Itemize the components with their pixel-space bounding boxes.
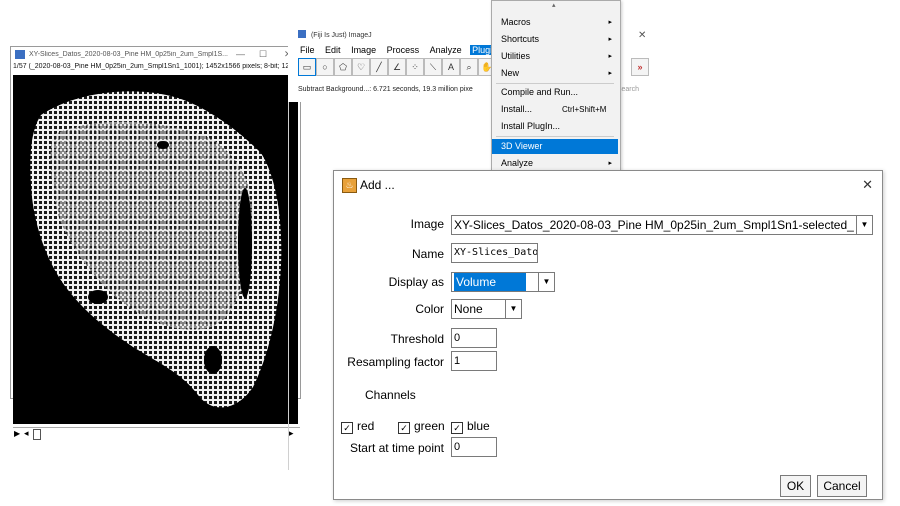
submenu-arrow-icon: ▸ xyxy=(608,36,612,43)
close-icon[interactable]: ✕ xyxy=(862,177,873,193)
checkbox-blue[interactable]: ✓ blue xyxy=(451,419,490,434)
imagej-title: (Fiji Is Just) ImageJ xyxy=(310,32,372,39)
polygon-tool-icon[interactable]: ⬠ xyxy=(334,58,352,76)
checkbox-check-icon: ✓ xyxy=(451,422,463,434)
display-as-label: Display as xyxy=(388,275,444,289)
menu-image[interactable]: Image xyxy=(349,45,378,55)
close-icon[interactable]: ✕ xyxy=(638,30,646,41)
menu-item-3d-viewer[interactable]: 3D Viewer xyxy=(492,139,618,154)
start-time-point-input[interactable]: 0 xyxy=(451,437,497,457)
java-icon: ♨ xyxy=(342,178,357,193)
start-time-point-label: Start at time point xyxy=(349,441,444,455)
menu-file[interactable]: File xyxy=(298,45,317,55)
maximize-icon[interactable]: ☐ xyxy=(259,49,267,60)
submenu-arrow-icon: ▸ xyxy=(608,19,612,26)
fiji-icon xyxy=(15,50,25,59)
wand-tool-icon[interactable]: ⟍ xyxy=(424,58,442,76)
menu-item-install-plugin[interactable]: Install PlugIn... xyxy=(492,119,618,134)
rectangle-tool-icon[interactable]: ▭ xyxy=(298,58,316,76)
submenu-arrow-icon: ▸ xyxy=(608,160,612,167)
menubar: File Edit Image Process Analyze Plugins xyxy=(298,45,508,57)
scroll-up-icon[interactable]: ▴ xyxy=(552,1,556,9)
point-tool-icon[interactable]: ⁘ xyxy=(406,58,424,76)
scroll-left-icon[interactable]: ◂ xyxy=(24,428,29,439)
scroll-thumb[interactable] xyxy=(33,429,41,440)
threshold-label: Threshold xyxy=(390,332,444,346)
ok-button[interactable]: OK xyxy=(780,475,811,497)
menu-item-compile-and-run[interactable]: Compile and Run... xyxy=(492,85,618,100)
dialog-titlebar[interactable]: ♨ Add ... ✕ xyxy=(334,171,882,199)
add-dialog: ♨ Add ... ✕ Image XY-Slices_Datos_2020-0… xyxy=(333,170,883,500)
display-as-value: Volume xyxy=(454,273,526,291)
minimize-icon[interactable]: — xyxy=(236,49,245,59)
menu-item-utilities[interactable]: Utilities ▸ xyxy=(492,49,618,64)
more-tools-icon[interactable]: » xyxy=(631,58,649,76)
image-label: Image xyxy=(410,217,444,231)
menu-item-install[interactable]: Install... Ctrl+Shift+M xyxy=(492,102,618,117)
color-label: Color xyxy=(415,302,444,316)
image-window-title: XY-Slices_Datos_2020-08-03_Pine HM_0p25i… xyxy=(29,51,228,58)
horizontal-scrollbar[interactable]: ▶ ◂ ▸ xyxy=(13,427,300,440)
scroll-right-icon[interactable]: ▸ xyxy=(289,428,294,439)
chevron-down-icon: ▼ xyxy=(505,300,521,318)
image-select-value: XY-Slices_Datos_2020-08-03_Pine HM_0p25i… xyxy=(454,218,854,232)
menu-separator xyxy=(496,83,614,84)
chevron-down-icon: ▼ xyxy=(538,273,554,291)
display-as-select[interactable]: Volume ▼ xyxy=(451,272,555,292)
menu-item-analyze[interactable]: Analyze ▸ xyxy=(492,156,618,171)
channels-label: Channels xyxy=(365,388,416,402)
menu-separator xyxy=(496,136,614,137)
oval-tool-icon[interactable]: ○ xyxy=(316,58,334,76)
play-icon[interactable]: ▶ xyxy=(14,429,20,438)
text-tool-icon[interactable]: A xyxy=(442,58,460,76)
threshold-input[interactable]: 0 xyxy=(451,328,497,348)
checkbox-green[interactable]: ✓ green xyxy=(398,419,445,434)
angle-tool-icon[interactable]: ∠ xyxy=(388,58,406,76)
submenu-arrow-icon: ▸ xyxy=(608,53,612,60)
checkbox-check-icon: ✓ xyxy=(398,422,410,434)
fiji-icon xyxy=(298,30,306,38)
submenu-arrow-icon: ▸ xyxy=(608,70,612,77)
resampling-factor-input[interactable]: 1 xyxy=(451,351,497,371)
color-select[interactable]: None ▼ xyxy=(451,299,522,319)
dialog-title: Add ... xyxy=(360,178,395,192)
image-canvas[interactable] xyxy=(13,75,298,424)
search-hint[interactable]: search xyxy=(618,86,639,93)
menu-edit[interactable]: Edit xyxy=(323,45,343,55)
menu-item-shortcuts[interactable]: Shortcuts ▸ xyxy=(492,32,618,47)
zoom-tool-icon[interactable]: ⌕ xyxy=(460,58,478,76)
image-info: 1/57 (_2020-08-03_Pine HM_0p25in_2um_Smp… xyxy=(13,63,290,70)
image-window-titlebar[interactable]: XY-Slices_Datos_2020-08-03_Pine HM_0p25i… xyxy=(11,47,300,63)
freehand-tool-icon[interactable]: ♡ xyxy=(352,58,370,76)
checkbox-check-icon: ✓ xyxy=(341,422,353,434)
name-input[interactable]: XY-Slices_Datos xyxy=(451,243,538,263)
menu-item-macros[interactable]: Macros ▸ xyxy=(492,15,618,30)
image-window: XY-Slices_Datos_2020-08-03_Pine HM_0p25i… xyxy=(10,46,301,440)
chevron-down-icon: ▼ xyxy=(856,216,872,234)
resampling-factor-label: Resampling factor xyxy=(347,355,444,369)
line-tool-icon[interactable]: ╱ xyxy=(370,58,388,76)
menu-analyze[interactable]: Analyze xyxy=(428,45,464,55)
name-label: Name xyxy=(411,247,444,261)
cancel-button[interactable]: Cancel xyxy=(817,475,867,497)
menu-process[interactable]: Process xyxy=(385,45,422,55)
status-bar: Subtract Background...: 6.721 seconds, 1… xyxy=(298,86,473,93)
color-value: None xyxy=(454,302,483,316)
checkbox-red[interactable]: ✓ red xyxy=(341,419,374,434)
plugins-menu: ▴ Macros ▸ Shortcuts ▸ Utilities ▸ New ▸ Com… xyxy=(491,0,621,172)
menu-item-new[interactable]: New ▸ xyxy=(492,66,618,81)
image-select[interactable]: XY-Slices_Datos_2020-08-03_Pine HM_0p25i… xyxy=(451,215,873,235)
imagej-titlebar[interactable]: (Fiji Is Just) ImageJ xyxy=(298,30,372,39)
